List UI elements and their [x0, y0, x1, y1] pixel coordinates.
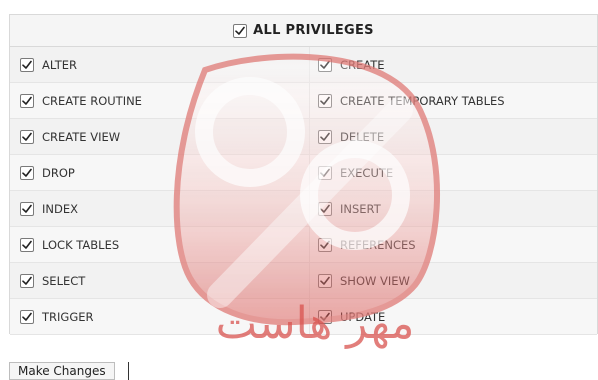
- privilege-label: ALTER: [42, 57, 77, 72]
- make-changes-button[interactable]: Make Changes: [9, 362, 115, 380]
- privilege-label: EXECUTE: [340, 165, 394, 180]
- privilege-label: CREATE VIEW: [42, 129, 121, 144]
- text-cursor: [128, 362, 129, 380]
- privilege-cell-left: INDEX: [10, 191, 310, 226]
- privilege-cell-left: CREATE VIEW: [10, 119, 310, 154]
- select-checkbox[interactable]: [20, 273, 34, 288]
- privilege-label: UPDATE: [340, 309, 386, 324]
- privilege-cell-right: UPDATE: [310, 299, 597, 334]
- checkmark-icon: [22, 204, 32, 213]
- checkmark-icon: [320, 240, 330, 249]
- privilege-label: SHOW VIEW: [340, 273, 410, 288]
- checkmark-icon: [235, 26, 245, 35]
- privilege-row: CREATE VIEW DELETE: [10, 119, 597, 155]
- references-checkbox[interactable]: [318, 237, 332, 252]
- privilege-label: CREATE ROUTINE: [42, 93, 142, 108]
- checkmark-icon: [22, 60, 32, 69]
- checkmark-icon: [22, 312, 32, 321]
- privileges-panel: ALL PRIVILEGES ALTER CREATE CREATE ROUTI…: [9, 14, 598, 335]
- privilege-row: ALTER CREATE: [10, 47, 597, 83]
- show-view-checkbox[interactable]: [318, 273, 332, 288]
- delete-checkbox[interactable]: [318, 129, 332, 144]
- all-privileges-checkbox[interactable]: [233, 23, 248, 38]
- privilege-row: TRIGGER UPDATE: [10, 299, 597, 335]
- checkmark-icon: [320, 276, 330, 285]
- all-privileges-label: ALL PRIVILEGES: [253, 23, 374, 38]
- privilege-cell-right: SHOW VIEW: [310, 263, 597, 298]
- checkmark-icon: [320, 312, 330, 321]
- privilege-cell-right: REFERENCES: [310, 227, 597, 262]
- privilege-row: SELECT SHOW VIEW: [10, 263, 597, 299]
- checkmark-icon: [320, 168, 330, 177]
- alter-checkbox[interactable]: [20, 57, 34, 72]
- privilege-label: CREATE: [340, 57, 385, 72]
- create-temporary-tables-checkbox[interactable]: [318, 93, 332, 108]
- privilege-label: SELECT: [42, 273, 86, 288]
- privilege-row: DROP EXECUTE: [10, 155, 597, 191]
- privilege-cell-right: CREATE TEMPORARY TABLES: [310, 83, 597, 118]
- privilege-cell-right: DELETE: [310, 119, 597, 154]
- privilege-label: DELETE: [340, 129, 385, 144]
- create-view-checkbox[interactable]: [20, 129, 34, 144]
- privilege-cell-left: LOCK TABLES: [10, 227, 310, 262]
- privilege-label: INSERT: [340, 201, 381, 216]
- insert-checkbox[interactable]: [318, 201, 332, 216]
- checkmark-icon: [320, 204, 330, 213]
- execute-checkbox[interactable]: [318, 165, 332, 180]
- privilege-cell-left: DROP: [10, 155, 310, 190]
- privilege-cell-right: EXECUTE: [310, 155, 597, 190]
- privilege-cell-left: ALTER: [10, 47, 310, 82]
- checkmark-icon: [320, 132, 330, 141]
- trigger-checkbox[interactable]: [20, 309, 34, 324]
- privilege-cell-left: TRIGGER: [10, 299, 310, 334]
- privilege-cell-left: CREATE ROUTINE: [10, 83, 310, 118]
- checkmark-icon: [320, 60, 330, 69]
- privilege-label: REFERENCES: [340, 237, 416, 252]
- checkmark-icon: [320, 96, 330, 105]
- update-checkbox[interactable]: [318, 309, 332, 324]
- checkmark-icon: [22, 168, 32, 177]
- privilege-row: LOCK TABLES REFERENCES: [10, 227, 597, 263]
- privilege-label: LOCK TABLES: [42, 237, 120, 252]
- lock-tables-checkbox[interactable]: [20, 237, 34, 252]
- privilege-row: INDEX INSERT: [10, 191, 597, 227]
- privilege-cell-right: INSERT: [310, 191, 597, 226]
- privilege-row: CREATE ROUTINE CREATE TEMPORARY TABLES: [10, 83, 597, 119]
- checkmark-icon: [22, 276, 32, 285]
- privilege-label: INDEX: [42, 201, 78, 216]
- checkmark-icon: [22, 240, 32, 249]
- privilege-label: CREATE TEMPORARY TABLES: [340, 93, 505, 108]
- privilege-cell-left: SELECT: [10, 263, 310, 298]
- drop-checkbox[interactable]: [20, 165, 34, 180]
- create-routine-checkbox[interactable]: [20, 93, 34, 108]
- footer: Make Changes: [0, 362, 598, 380]
- checkmark-icon: [22, 96, 32, 105]
- index-checkbox[interactable]: [20, 201, 34, 216]
- create-checkbox[interactable]: [318, 57, 332, 72]
- privilege-cell-right: CREATE: [310, 47, 597, 82]
- checkmark-icon: [22, 132, 32, 141]
- privilege-label: DROP: [42, 165, 75, 180]
- privileges-header: ALL PRIVILEGES: [10, 15, 597, 47]
- privilege-label: TRIGGER: [42, 309, 94, 324]
